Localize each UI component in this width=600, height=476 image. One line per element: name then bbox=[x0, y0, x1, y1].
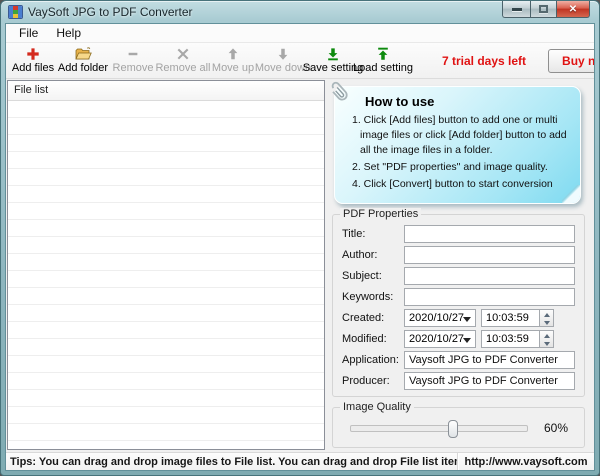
add-files-icon bbox=[26, 47, 40, 62]
buy-now-button[interactable]: Buy now bbox=[548, 49, 595, 73]
settings-panel: How to use 1. Click [Add files] button t… bbox=[325, 80, 593, 450]
status-tips-text: Tips: You can drag and drop image files … bbox=[6, 453, 458, 470]
remove-label: Remove bbox=[113, 62, 154, 75]
add-files-label: Add files bbox=[12, 62, 54, 75]
move-up-icon bbox=[226, 47, 240, 62]
add-folder-button[interactable]: Add folder bbox=[58, 43, 108, 78]
move-up-button[interactable]: Move up bbox=[208, 43, 258, 78]
image-quality-group: Image Quality 60% bbox=[332, 407, 585, 448]
move-down-button[interactable]: Move down bbox=[258, 43, 308, 78]
created-date-value: 2020/10/27 bbox=[409, 312, 464, 324]
pdf-properties-group-label: PDF Properties bbox=[340, 208, 421, 220]
close-icon: ✕ bbox=[569, 4, 577, 15]
author-field-label: Author: bbox=[342, 249, 404, 261]
remove-button[interactable]: Remove bbox=[108, 43, 158, 78]
file-list-body[interactable] bbox=[8, 101, 324, 449]
save-setting-button[interactable]: Save setting bbox=[308, 43, 358, 78]
add-files-button[interactable]: Add files bbox=[8, 43, 58, 78]
file-list: File list bbox=[7, 80, 325, 450]
minimize-icon bbox=[512, 8, 522, 11]
author-field[interactable] bbox=[404, 246, 575, 264]
add-folder-label: Add folder bbox=[58, 62, 108, 75]
pdf-properties-group: PDF Properties Title: Author: Subject: bbox=[332, 214, 585, 397]
keywords-field[interactable] bbox=[404, 288, 575, 306]
add-folder-icon bbox=[75, 47, 92, 62]
window-title: VaySoft JPG to PDF Converter bbox=[28, 5, 193, 19]
remove-all-icon bbox=[176, 47, 190, 62]
created-date-dropdown[interactable]: 2020/10/27 bbox=[404, 309, 476, 327]
spinner-down-icon[interactable] bbox=[540, 319, 553, 328]
menu-file[interactable]: File bbox=[10, 25, 47, 41]
created-time-spinner[interactable] bbox=[539, 309, 554, 327]
save-setting-icon bbox=[326, 47, 340, 62]
how-to-use-step-2: 2. Set "PDF properties" and image qualit… bbox=[348, 160, 570, 175]
title-bar: VaySoft JPG to PDF Converter ✕ bbox=[1, 1, 599, 23]
move-up-label: Move up bbox=[212, 62, 254, 75]
load-setting-icon bbox=[376, 47, 390, 62]
how-to-use-title: How to use bbox=[365, 94, 570, 109]
keywords-field-label: Keywords: bbox=[342, 291, 404, 303]
maximize-icon bbox=[539, 5, 548, 13]
title-field[interactable] bbox=[404, 225, 575, 243]
status-bar: Tips: You can drag and drop image files … bbox=[6, 452, 594, 470]
remove-all-label: Remove all bbox=[155, 62, 210, 75]
menu-help[interactable]: Help bbox=[47, 25, 90, 41]
trial-days-text: 7 trial days left bbox=[416, 43, 548, 78]
modified-field-label: Modified: bbox=[342, 333, 404, 345]
modified-time-field[interactable]: 10:03:59 bbox=[481, 330, 539, 348]
remove-all-button[interactable]: Remove all bbox=[158, 43, 208, 78]
producer-field[interactable] bbox=[404, 372, 575, 390]
spinner-down-icon[interactable] bbox=[540, 340, 553, 349]
close-button[interactable]: ✕ bbox=[556, 1, 590, 18]
modified-date-dropdown[interactable]: 2020/10/27 bbox=[404, 330, 476, 348]
chevron-down-icon bbox=[463, 317, 471, 326]
spinner-up-icon[interactable] bbox=[540, 331, 553, 340]
how-to-use-step-3: 4. Click [Convert] button to start conve… bbox=[348, 177, 570, 192]
website-link[interactable]: http://www.vaysoft.com bbox=[458, 456, 594, 468]
file-list-column-header[interactable]: File list bbox=[8, 81, 324, 101]
image-quality-group-label: Image Quality bbox=[340, 401, 414, 413]
image-quality-slider[interactable] bbox=[350, 425, 528, 432]
load-setting-label: Load setting bbox=[353, 62, 413, 75]
producer-field-label: Producer: bbox=[342, 375, 404, 387]
subject-field[interactable] bbox=[404, 267, 575, 285]
remove-icon bbox=[126, 47, 140, 62]
application-field-label: Application: bbox=[342, 354, 404, 366]
load-setting-button[interactable]: Load setting bbox=[358, 43, 408, 78]
modified-time-spinner[interactable] bbox=[539, 330, 554, 348]
toolbar: Add files Add folder Remove bbox=[6, 43, 594, 79]
move-down-icon bbox=[276, 47, 290, 62]
created-time-field[interactable]: 10:03:59 bbox=[481, 309, 539, 327]
app-icon bbox=[8, 5, 23, 19]
created-field-label: Created: bbox=[342, 312, 404, 324]
how-to-use-note: How to use 1. Click [Add files] button t… bbox=[334, 86, 581, 204]
title-field-label: Title: bbox=[342, 228, 404, 240]
created-time-value: 10:03:59 bbox=[486, 312, 529, 324]
spinner-up-icon[interactable] bbox=[540, 310, 553, 319]
modified-time-value: 10:03:59 bbox=[486, 333, 529, 345]
app-window: VaySoft JPG to PDF Converter ✕ File Help… bbox=[0, 0, 600, 476]
main-area: File list How to use bbox=[6, 79, 594, 452]
image-quality-value: 60% bbox=[544, 421, 568, 435]
menu-bar: File Help bbox=[6, 24, 594, 43]
paperclip-icon bbox=[330, 80, 352, 104]
chevron-down-icon bbox=[463, 338, 471, 347]
modified-date-value: 2020/10/27 bbox=[409, 333, 464, 345]
maximize-button[interactable] bbox=[530, 1, 556, 18]
subject-field-label: Subject: bbox=[342, 270, 404, 282]
application-field[interactable] bbox=[404, 351, 575, 369]
minimize-button[interactable] bbox=[502, 1, 530, 18]
image-quality-slider-thumb[interactable] bbox=[448, 420, 458, 438]
how-to-use-step-1: 1. Click [Add files] button to add one o… bbox=[348, 113, 570, 158]
